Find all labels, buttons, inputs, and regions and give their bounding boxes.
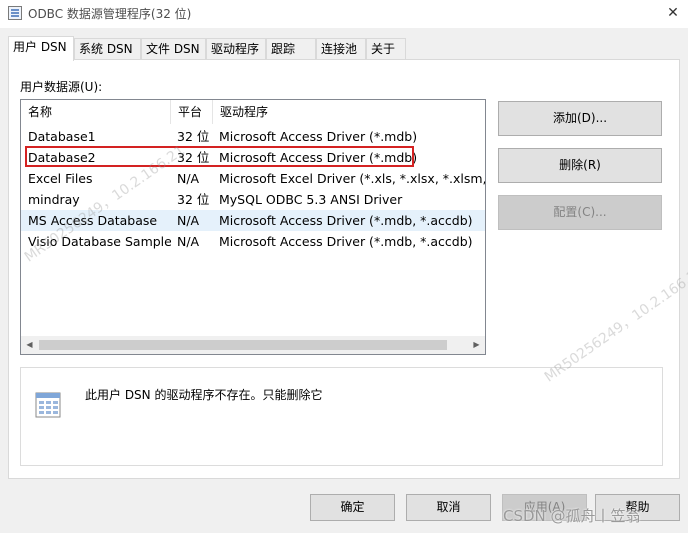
tab-file-dsn[interactable]: 文件 DSN [141,38,206,60]
user-data-sources-label: 用户数据源(U): [20,80,103,94]
list-item[interactable]: mindray 32 位 MySQL ODBC 5.3 ANSI Driver [21,189,485,210]
dsn-driver: Microsoft Access Driver (*.mdb, *.accdb) [219,213,473,228]
dsn-platform: N/A [177,171,200,186]
tab-tracing[interactable]: 跟踪 [266,38,316,60]
dsn-name: Visio Database Samples [28,234,171,249]
tab-system-dsn[interactable]: 系统 DSN [74,38,141,60]
configure-button[interactable]: 配置(C)... [498,195,662,230]
add-button[interactable]: 添加(D)... [498,101,662,136]
remove-button[interactable]: 删除(R) [498,148,662,183]
scrollbar-thumb[interactable] [39,340,447,350]
list-header: 名称 平台 驱动程序 [21,100,485,124]
column-header-driver[interactable]: 驱动程序 [213,100,485,124]
window-title: ODBC 数据源管理程序(32 位) [28,7,192,21]
column-header-platform[interactable]: 平台 [171,100,213,124]
horizontal-scrollbar[interactable]: ◀ ▶ [21,336,485,354]
list-item[interactable]: Excel Files N/A Microsoft Excel Driver (… [21,168,485,189]
tab-connection-pooling[interactable]: 连接池 [316,38,366,60]
close-icon[interactable]: ✕ [660,2,686,24]
ok-button[interactable]: 确定 [310,494,395,521]
tab-user-dsn[interactable]: 用户 DSN [8,36,74,61]
scroll-right-icon[interactable]: ▶ [468,336,485,354]
dsn-platform: 32 位 [177,192,210,207]
dsn-name: Database1 [28,129,96,144]
info-box [20,367,663,466]
scroll-left-icon[interactable]: ◀ [21,336,38,354]
column-header-name[interactable]: 名称 [21,100,171,124]
dsn-platform: 32 位 [177,129,210,144]
list-item[interactable]: Database2 32 位 Microsoft Access Driver (… [21,147,485,168]
dsn-driver: MySQL ODBC 5.3 ANSI Driver [219,192,403,207]
dsn-name: Database2 [28,150,96,165]
data-source-icon [35,392,61,418]
cancel-button[interactable]: 取消 [406,494,491,521]
title-bar: ODBC 数据源管理程序(32 位) ✕ [0,0,688,28]
odbc-app-icon [8,6,22,20]
dsn-list[interactable]: 名称 平台 驱动程序 Database1 32 位 Microsoft Acce… [20,99,486,355]
dsn-driver: Microsoft Access Driver (*.mdb) [219,129,418,144]
csdn-credit: CSDN @孤舟丨笠翁 [503,507,641,525]
list-item[interactable]: MS Access Database N/A Microsoft Access … [21,210,485,231]
info-message: 此用户 DSN 的驱动程序不存在。只能删除它 [85,388,323,402]
tab-about[interactable]: 关于 [366,38,406,60]
dsn-platform: N/A [177,234,200,249]
list-item[interactable]: Visio Database Samples N/A Microsoft Acc… [21,231,485,252]
list-item[interactable]: Database1 32 位 Microsoft Access Driver (… [21,126,485,147]
tab-drivers[interactable]: 驱动程序 [206,38,266,60]
dsn-name: mindray [28,192,80,207]
dsn-driver: Microsoft Access Driver (*.mdb, *.accdb) [219,234,473,249]
dsn-platform: N/A [177,213,200,228]
dsn-driver: Microsoft Excel Driver (*.xls, *.xlsx, *… [219,171,485,186]
dsn-name: MS Access Database [28,213,158,228]
dsn-platform: 32 位 [177,150,210,165]
dsn-driver: Microsoft Access Driver (*.mdb) [219,150,418,165]
dsn-name: Excel Files [28,171,93,186]
